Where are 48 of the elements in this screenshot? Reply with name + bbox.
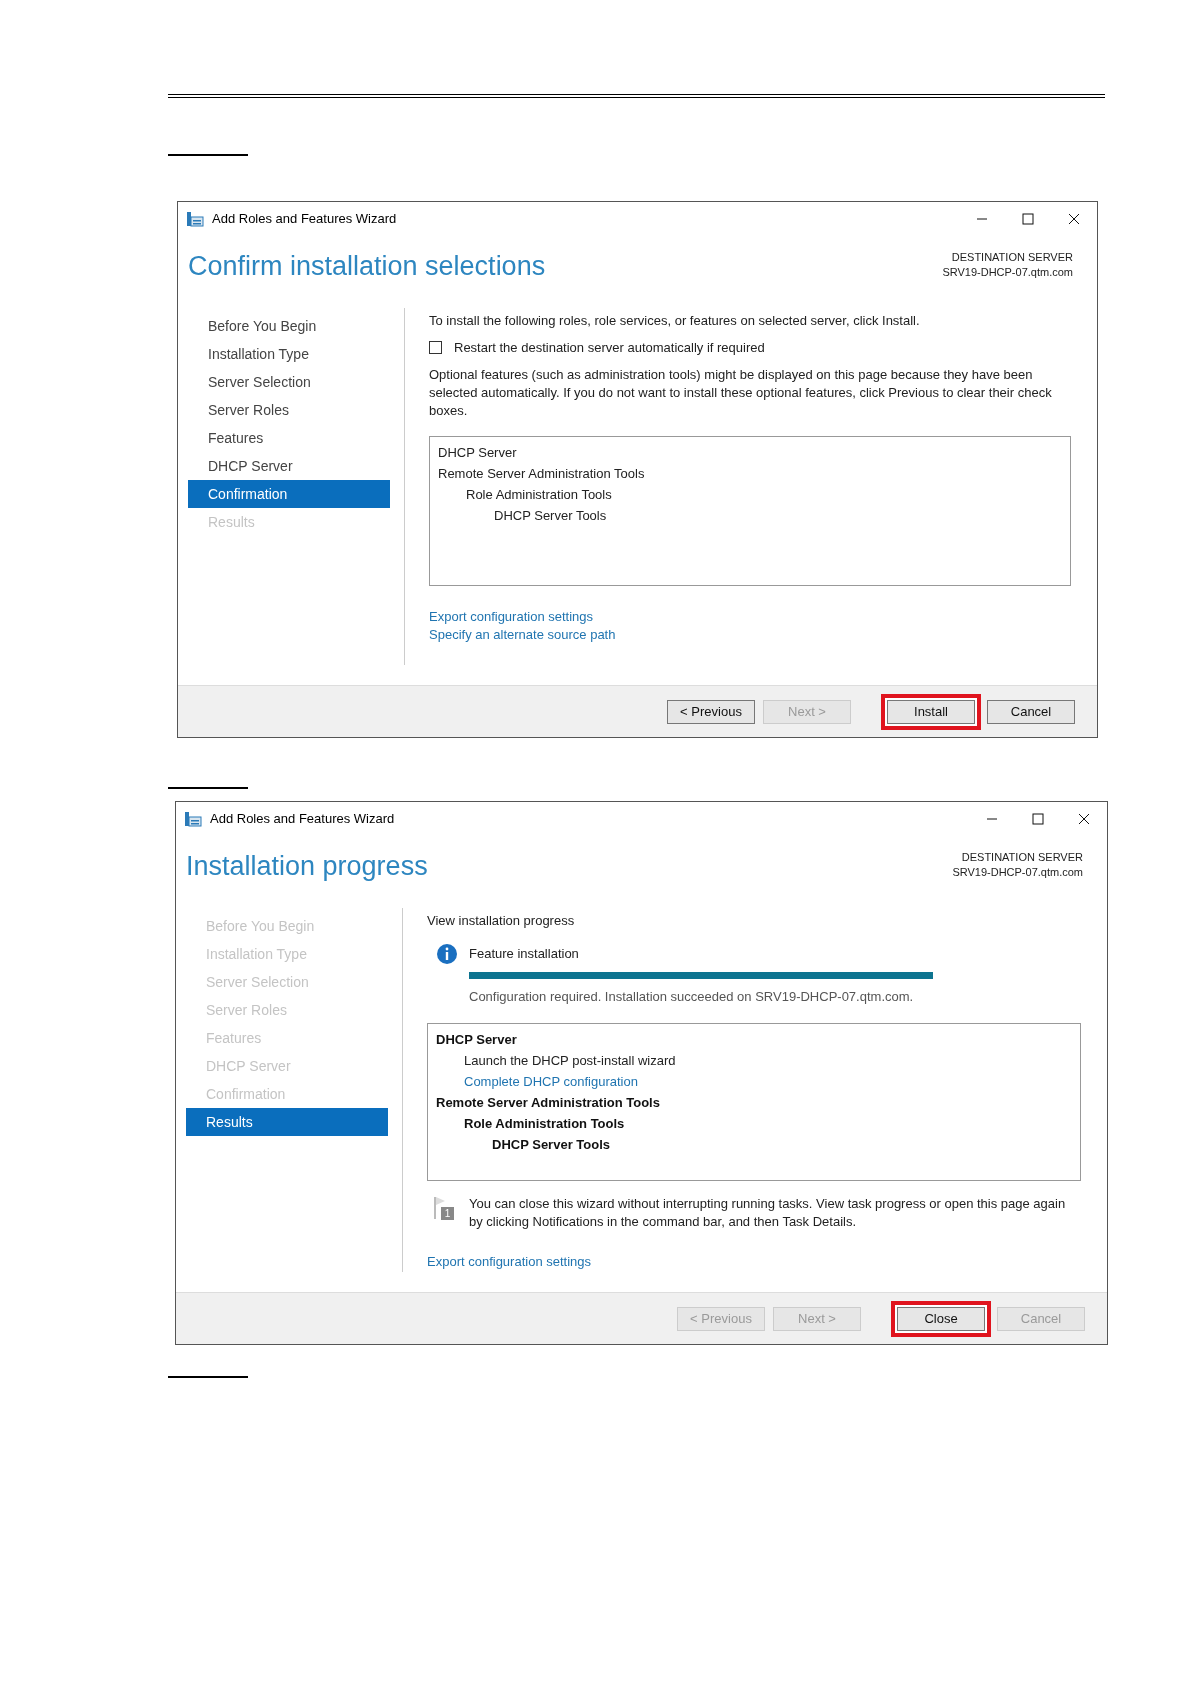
sidebar-step[interactable]: DHCP Server xyxy=(188,452,390,480)
link[interactable]: Specify an alternate source path xyxy=(429,625,616,644)
page-heading: Installation progress xyxy=(186,850,428,883)
list-item: DHCP Server Tools xyxy=(494,506,607,525)
app-icon xyxy=(184,811,202,827)
destination-label: DESTINATION SERVER xyxy=(961,850,1083,865)
list-item: DHCP Server xyxy=(438,443,517,462)
progress-label: Feature installation xyxy=(469,945,579,964)
instruction-text: Optional features (such as administration tools) might be displayed on this page because they have been selected automatically. If you do not want to install these optional features, click Previous to clear their check boxes. xyxy=(429,365,1053,420)
sidebar-step[interactable]: Installation Type xyxy=(188,340,390,368)
app-icon xyxy=(186,211,204,227)
link[interactable]: Export configuration settings xyxy=(429,607,594,626)
list-item: Role Administration Tools xyxy=(464,1114,625,1133)
sidebar-step[interactable]: Confirmation xyxy=(188,480,390,508)
link[interactable]: Export configuration settings xyxy=(427,1252,592,1271)
list-item: DHCP Server Tools xyxy=(492,1135,610,1154)
checkbox[interactable] xyxy=(429,341,442,355)
list-item: Remote Server Administration Tools xyxy=(436,1093,660,1112)
destination-server: SRV19-DHCP-07.qtm.com xyxy=(952,865,1083,880)
status-text: Configuration required. Installation succeeded on SRV19-DHCP-07.qtm.com. xyxy=(469,988,915,1006)
sidebar-step[interactable]: Results xyxy=(186,1108,388,1136)
wizard-button[interactable]: < Previous xyxy=(667,699,755,724)
sidebar-step[interactable]: Before You Begin xyxy=(188,312,390,340)
destination-label: DESTINATION SERVER xyxy=(951,250,1073,265)
instruction-text: To install the following roles, role services, or features on selected server, click Install. xyxy=(429,312,921,330)
window-title: Add Roles and Features Wizard xyxy=(210,810,395,829)
list-item: DHCP Server xyxy=(436,1030,517,1049)
list-item: Remote Server Administration Tools xyxy=(438,464,645,483)
close-icon xyxy=(1078,813,1090,825)
destination-server: SRV19-DHCP-07.qtm.com xyxy=(942,265,1073,280)
list-item: Launch the DHCP post-install wizard xyxy=(464,1051,676,1070)
sidebar-step[interactable]: Server Selection xyxy=(188,368,390,396)
sidebar-step[interactable]: Features xyxy=(188,424,390,452)
sidebar-step[interactable]: Server Roles xyxy=(188,396,390,424)
page-heading: Confirm installation selections xyxy=(188,250,546,283)
instruction-text: View installation progress xyxy=(427,912,576,930)
notice-text: You can close this wizard without interrupting running tasks. View task progress or open this page again by clicking Notifications in the command bar, and then Task Details. xyxy=(469,1194,1067,1231)
maximize-icon xyxy=(1032,813,1044,825)
info-icon xyxy=(437,944,457,964)
link[interactable]: Complete DHCP configuration xyxy=(464,1071,638,1092)
wizard-button[interactable]: Install xyxy=(881,693,981,730)
list-item: Role Administration Tools xyxy=(466,485,612,504)
wizard-button[interactable]: Close xyxy=(891,1300,991,1337)
maximize-icon xyxy=(1022,213,1034,225)
wizard-button[interactable]: Cancel xyxy=(987,699,1075,724)
window-title: Add Roles and Features Wizard xyxy=(212,210,397,229)
close-icon xyxy=(1068,213,1080,225)
checkbox-label: Restart the destination server automatically if required xyxy=(454,339,765,357)
